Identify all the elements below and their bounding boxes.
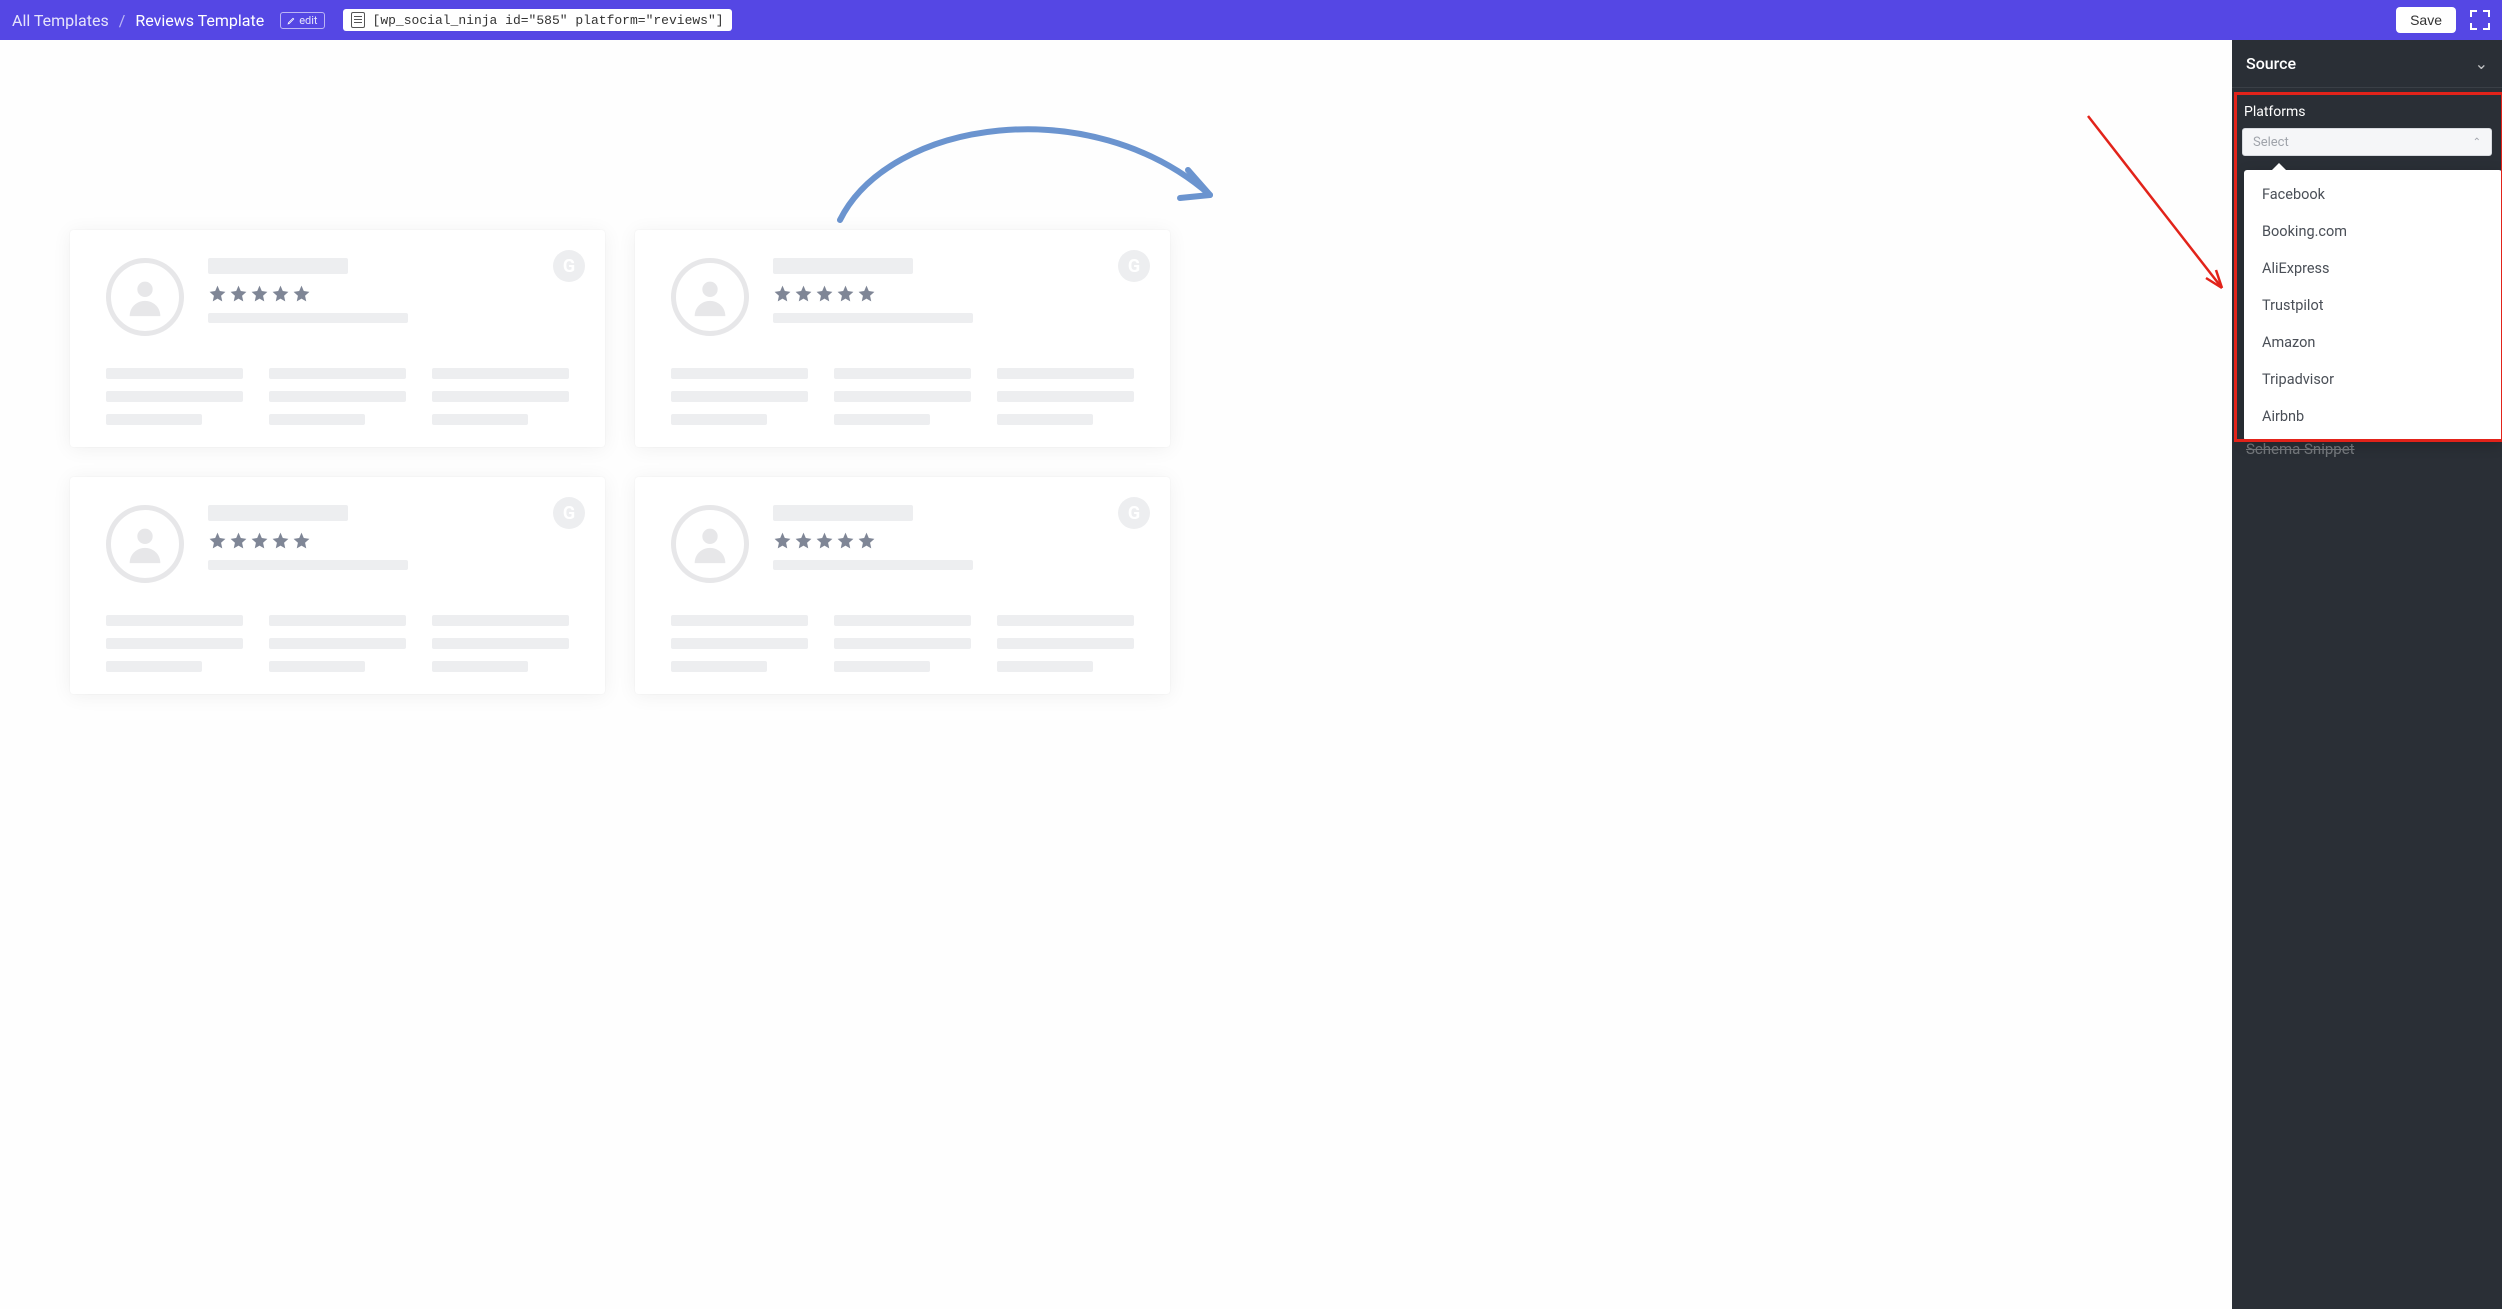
review-card: G: [635, 477, 1170, 694]
star-rating: [208, 284, 569, 303]
pencil-icon: [287, 16, 296, 25]
star-icon: [250, 284, 269, 303]
cards-grid: G: [0, 40, 1240, 734]
star-icon: [292, 284, 311, 303]
breadcrumb: All Templates / Reviews Template edit: [12, 11, 325, 30]
shortcode-box[interactable]: [wp_social_ninja id="585" platform="revi…: [343, 9, 732, 31]
shortcode-text: [wp_social_ninja id="585" platform="revi…: [373, 13, 724, 28]
google-icon: G: [553, 497, 585, 529]
dropdown-item-airbnb[interactable]: Airbnb: [2244, 398, 2502, 435]
star-rating: [773, 284, 1134, 303]
save-button[interactable]: Save: [2396, 7, 2456, 33]
name-placeholder: [208, 258, 348, 274]
review-body: [671, 615, 1134, 672]
schema-snippet-label: Schema Snippet: [2246, 440, 2355, 458]
name-placeholder: [773, 505, 913, 521]
source-label: Source: [2246, 54, 2296, 73]
review-body: [106, 615, 569, 672]
date-placeholder: [773, 313, 973, 323]
select-placeholder: Select: [2253, 135, 2289, 150]
review-card: G: [70, 230, 605, 447]
dropdown-item-trustpilot[interactable]: Trustpilot: [2244, 287, 2502, 324]
canvas: Select a platform G: [0, 40, 2232, 1309]
dropdown-item-aliexpress[interactable]: AliExpress: [2244, 250, 2502, 287]
google-icon: G: [1118, 250, 1150, 282]
topbar: All Templates / Reviews Template edit [w…: [0, 0, 2502, 40]
avatar-placeholder: [671, 505, 749, 583]
chevron-up-icon: ⌃: [2473, 137, 2481, 148]
google-icon: G: [1118, 497, 1150, 529]
avatar-placeholder: [106, 258, 184, 336]
red-arrow-icon: [2082, 110, 2232, 300]
chevron-down-icon: ⌄: [2475, 54, 2488, 73]
review-body: [671, 368, 1134, 425]
dropdown-item-facebook[interactable]: Facebook: [2244, 176, 2502, 213]
review-card: G: [70, 477, 605, 694]
review-card: G: [635, 230, 1170, 447]
dropdown-item-booking[interactable]: Booking.com: [2244, 213, 2502, 250]
date-placeholder: [208, 313, 408, 323]
platforms-dropdown: Facebook Booking.com AliExpress Trustpil…: [2244, 170, 2502, 441]
date-placeholder: [773, 560, 973, 570]
document-icon: [351, 12, 365, 28]
star-rating: [773, 531, 1134, 550]
star-icon: [271, 284, 290, 303]
source-panel-header[interactable]: Source ⌄: [2232, 40, 2502, 88]
workspace: Select a platform G: [0, 40, 2502, 1309]
sidebar: Source ⌄ Platforms Select ⌃ Facebook Boo…: [2232, 40, 2502, 1309]
dropdown-item-tripadvisor[interactable]: Tripadvisor: [2244, 361, 2502, 398]
dropdown-item-amazon[interactable]: Amazon: [2244, 324, 2502, 361]
edit-badge[interactable]: edit: [280, 12, 324, 29]
breadcrumb-separator: /: [119, 11, 126, 30]
breadcrumb-root[interactable]: All Templates: [12, 11, 109, 30]
platforms-label: Platforms: [2242, 98, 2492, 128]
name-placeholder: [208, 505, 348, 521]
google-icon: G: [553, 250, 585, 282]
star-icon: [208, 284, 227, 303]
avatar-placeholder: [671, 258, 749, 336]
breadcrumb-current: Reviews Template: [135, 11, 264, 30]
review-body: [106, 368, 569, 425]
fullscreen-icon[interactable]: [2470, 10, 2490, 30]
platforms-select[interactable]: Select ⌃: [2242, 128, 2492, 156]
date-placeholder: [208, 560, 408, 570]
star-rating: [208, 531, 569, 550]
source-panel-body: Platforms Select ⌃: [2232, 88, 2502, 166]
star-icon: [229, 284, 248, 303]
avatar-placeholder: [106, 505, 184, 583]
name-placeholder: [773, 258, 913, 274]
edit-label: edit: [299, 14, 317, 27]
